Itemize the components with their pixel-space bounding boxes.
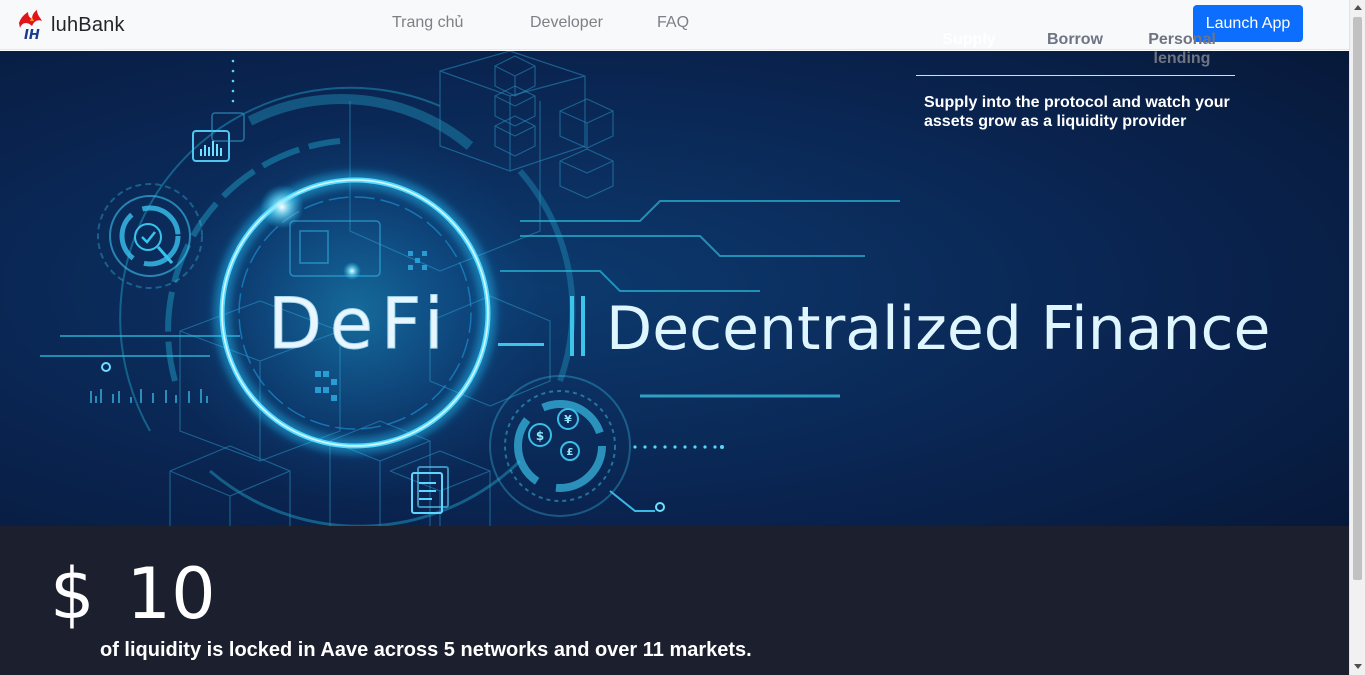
svg-text:$: $ [536, 429, 544, 443]
logo-icon: IH [19, 10, 42, 41]
tab-description: Supply into the protocol and watch your … [924, 94, 1230, 130]
liquidity-description: of liquidity is locked in Aave across 5 … [100, 639, 752, 661]
svg-text:IH: IH [24, 28, 40, 41]
tab-personal-lending[interactable]: Personal lending [1144, 30, 1220, 68]
brand-link[interactable]: IH luhBank [16, 9, 125, 41]
brand-name: luhBank [51, 13, 125, 36]
tab-supply[interactable]: Supply [940, 30, 998, 49]
scrollbar-thumb[interactable] [1353, 17, 1362, 580]
amount-value: 10 [126, 553, 216, 635]
liquidity-amount: $ 10 [50, 556, 216, 632]
svg-text:¥: ¥ [564, 413, 572, 426]
stats-section: $ 10 of liquidity is locked in Aave acro… [0, 526, 1349, 675]
hero-defi-text: DeFi [268, 283, 452, 365]
scroll-down-icon[interactable] [1354, 664, 1362, 669]
currency-symbol: $ [50, 553, 95, 635]
nav-link-faq[interactable]: FAQ [657, 14, 689, 32]
svg-text:£: £ [567, 447, 574, 458]
nav-link-developer[interactable]: Developer [530, 14, 603, 32]
feature-tabs: Supply Borrow Personal lending [916, 28, 1235, 76]
page-scrollbar[interactable] [1349, 0, 1365, 675]
tab-borrow[interactable]: Borrow [1046, 30, 1104, 49]
nav-link-home[interactable]: Trang chủ [392, 14, 463, 32]
hero-headline: Decentralized Finance [606, 294, 1270, 364]
scroll-up-icon[interactable] [1354, 5, 1362, 10]
page: IH luhBank Trang chủ Developer FAQ Launc… [0, 0, 1365, 675]
